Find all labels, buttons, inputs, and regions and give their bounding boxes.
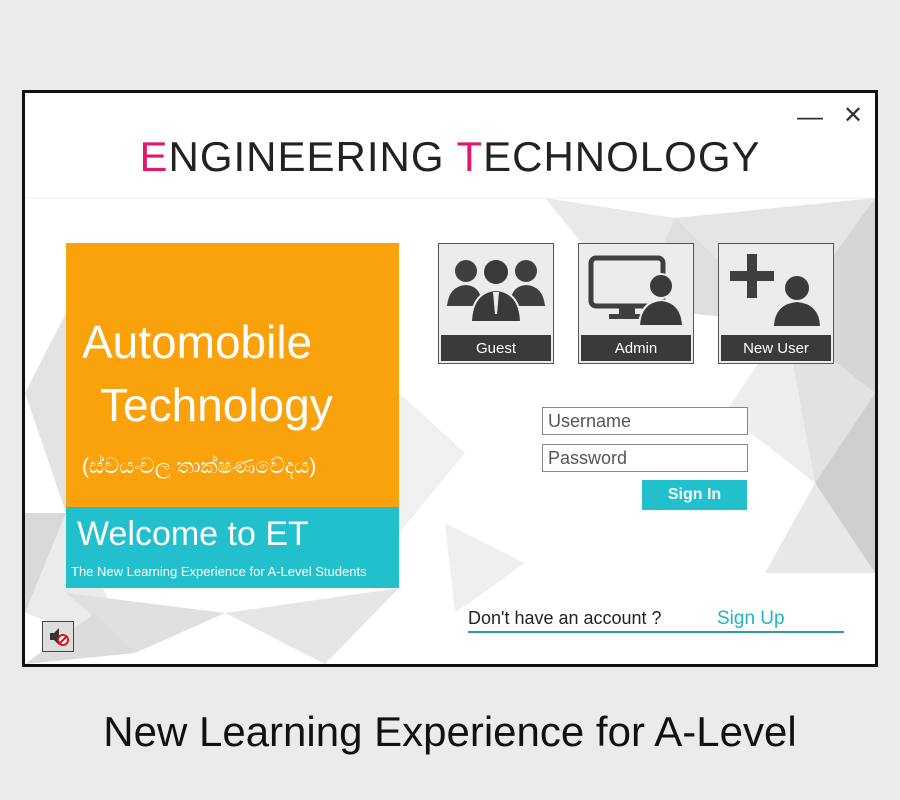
new-user-label: New User — [721, 335, 831, 361]
title-text: NGINEERING — [168, 133, 457, 180]
minimize-icon[interactable]: — — [795, 101, 825, 131]
monitor-user-icon — [588, 255, 685, 327]
admin-button[interactable]: Admin — [578, 243, 694, 364]
close-icon[interactable]: ✕ — [838, 101, 868, 131]
signup-underline — [468, 631, 844, 633]
password-input[interactable] — [542, 444, 748, 472]
course-title-sinhala: (ස්වයංචල තාක්ෂණවේදය) — [82, 455, 317, 478]
sound-toggle-button[interactable] — [42, 621, 74, 652]
admin-label: Admin — [581, 335, 691, 361]
users-group-icon — [447, 258, 545, 323]
sign-in-button[interactable]: Sign In — [642, 480, 747, 510]
title-accent-letter: T — [456, 133, 484, 180]
course-title-line2: Technology — [100, 379, 333, 431]
guest-button[interactable]: Guest — [438, 243, 554, 364]
course-title-line1: Automobile — [82, 316, 313, 368]
sign-up-link[interactable]: Sign Up — [717, 608, 785, 630]
title-text: ECHNOLOGY — [483, 133, 761, 180]
welcome-heading: Welcome to ET — [77, 515, 309, 553]
app-title: ENGINEERING TECHNOLOGY — [25, 133, 875, 181]
welcome-banner: Welcome to ET The New Learning Experienc… — [66, 507, 399, 588]
mute-icon — [50, 628, 69, 646]
title-accent-letter: E — [139, 133, 169, 180]
username-input[interactable] — [542, 407, 748, 435]
new-user-button[interactable]: New User — [718, 243, 834, 364]
login-window: — ✕ ENGINEERING TECHNOLOGY Automobile Te… — [22, 90, 878, 667]
no-account-text: Don't have an account ? — [468, 608, 662, 628]
guest-label: Guest — [441, 335, 551, 361]
course-banner: Automobile Technology (ස්වයංචල තාක්ෂණවේද… — [66, 243, 399, 507]
add-user-icon — [730, 254, 820, 326]
welcome-tagline: The New Learning Experience for A-Level … — [71, 564, 367, 579]
promo-caption: New Learning Experience for A-Level — [103, 708, 797, 755]
course-panel: Automobile Technology (ස්වයංචල තාක්ෂණවේද… — [66, 243, 399, 588]
